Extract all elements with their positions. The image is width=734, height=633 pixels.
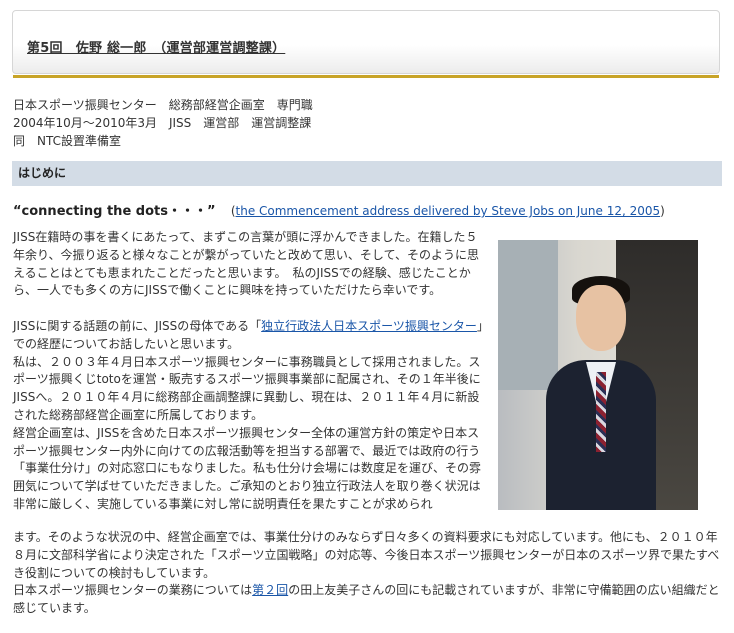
profile-line: 2004年10月～2010年3月 JISS 運営部 運営調整課: [13, 116, 312, 130]
profile-line: 同 NTC設置準備室: [13, 134, 121, 148]
paragraph: ます。そのような状況の中、経営企画室では、事業仕分けのみならず日々多くの資料要求…: [13, 530, 720, 580]
article-body-column: JISS在籍時の事を書くにあたって、まずこの言葉が頭に浮かんできました。在籍した…: [13, 229, 483, 514]
paragraph: JISSに関する話題の前に、JISSの母体である「独立行政法人日本スポーツ振興セ…: [13, 318, 483, 351]
title-box: 第5回 佐野 総一郎 （運営部運営調整課）: [12, 10, 720, 78]
quote-line: “connecting the dots・・・” (the Commenceme…: [13, 200, 665, 219]
quote-text: “connecting the dots・・・”: [13, 204, 216, 219]
commencement-address-link[interactable]: the Commencement address delivered by St…: [236, 204, 661, 218]
jsc-link[interactable]: 独立行政法人日本スポーツ振興センター: [261, 319, 477, 333]
author-profile: 日本スポーツ振興センター 総務部経営企画室 専門職 2004年10月～2010年…: [13, 96, 313, 150]
quote-paren-close: ): [660, 204, 665, 218]
paragraph: 私は、２００３年４月日本スポーツ振興センターに事務職員として採用されました。スポ…: [13, 354, 481, 422]
author-photo: [498, 240, 698, 510]
profile-line: 日本スポーツ振興センター 総務部経営企画室 専門職: [13, 98, 313, 112]
paragraph: 日本スポーツ振興センターの業務については第２回の田上友美子さんの回にも記載されて…: [13, 583, 720, 616]
paragraph: JISS在籍時の事を書くにあたって、まずこの言葉が頭に浮かんできました。在籍した…: [13, 230, 479, 298]
title-underline-bar: [13, 75, 719, 78]
section-heading: はじめに: [12, 161, 722, 186]
episode-2-link[interactable]: 第２回: [252, 583, 288, 597]
paragraph: 経営企画室は、JISSを含めた日本スポーツ振興センター全体の運営方針の策定や日本…: [13, 425, 482, 511]
page-title: 第5回 佐野 総一郎 （運営部運営調整課）: [27, 41, 286, 56]
article-body-full: ます。そのような状況の中、経営企画室では、事業仕分けのみならず日々多くの資料要求…: [13, 529, 725, 618]
